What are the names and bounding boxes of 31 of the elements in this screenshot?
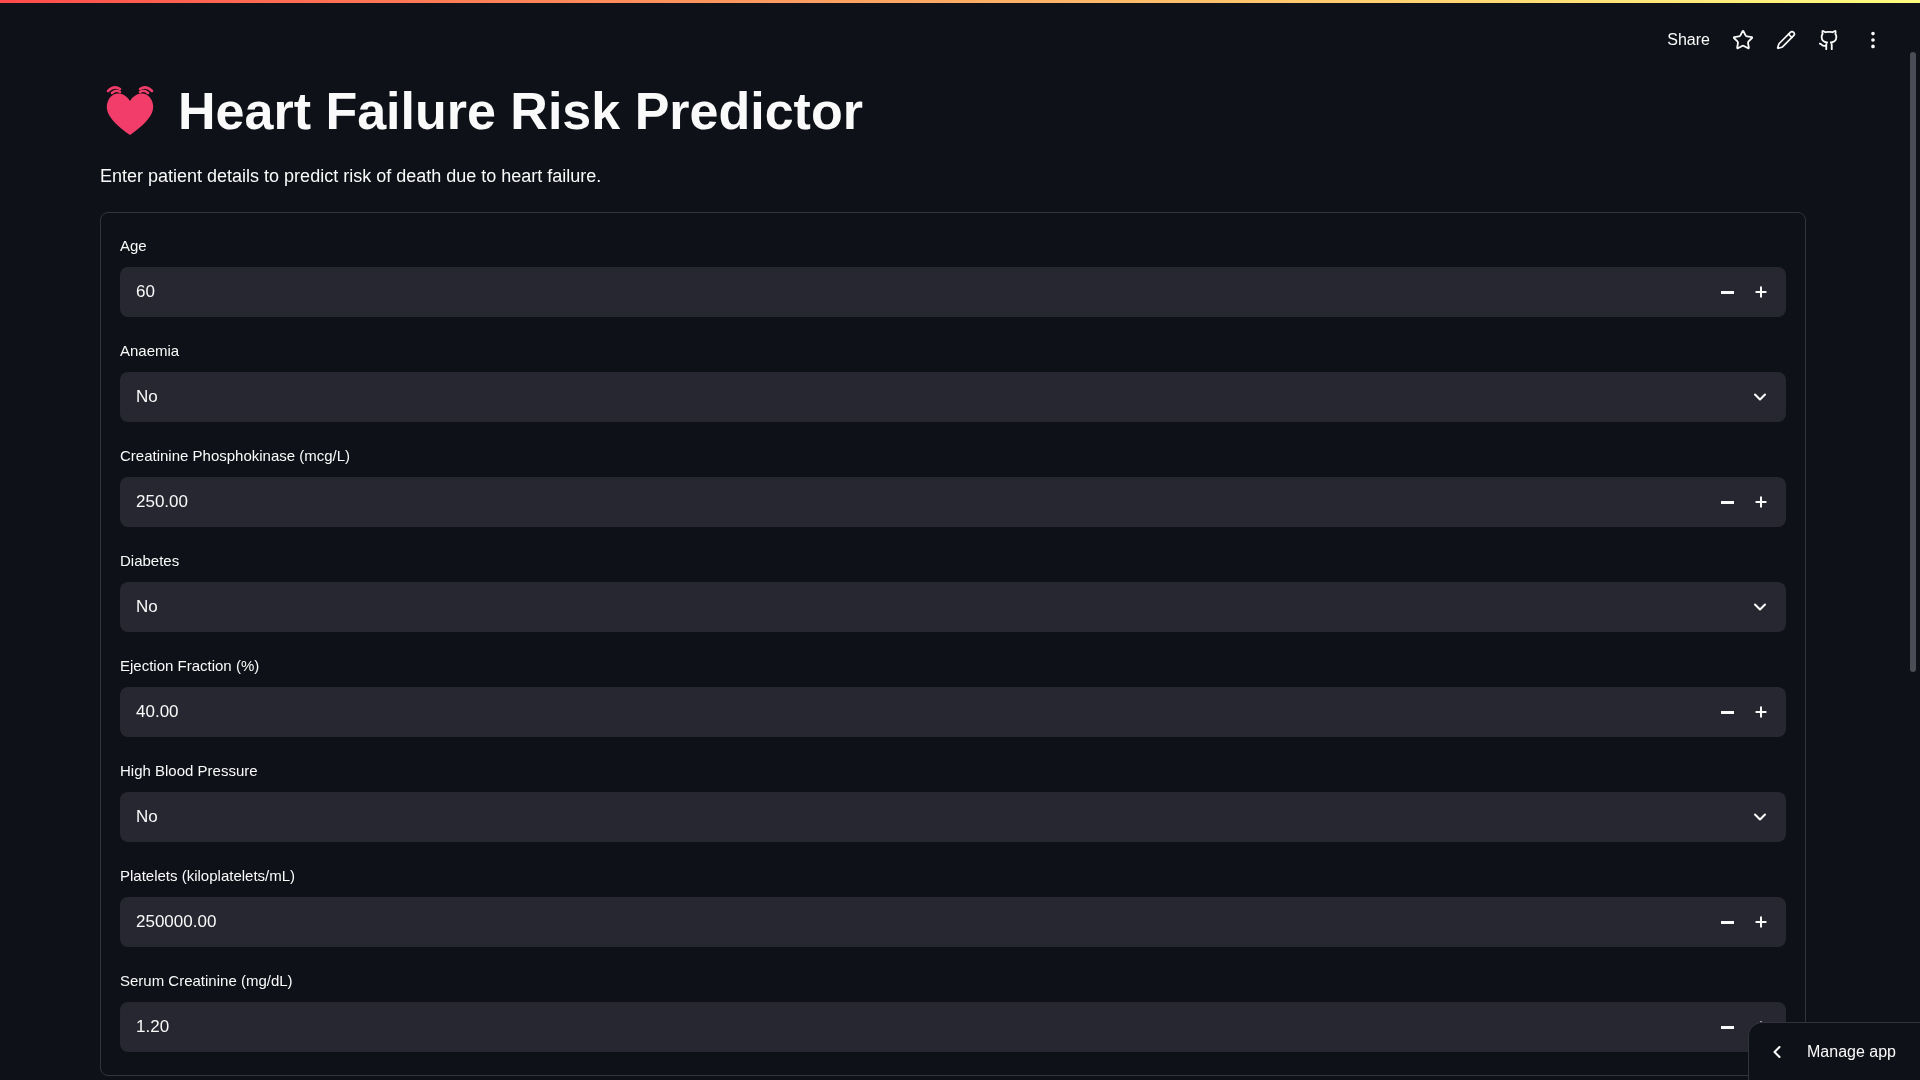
plus-icon [1753, 704, 1769, 720]
page-subtitle: Enter patient details to predict risk of death due to heart failure. [100, 165, 603, 188]
field-label: Diabetes [120, 551, 180, 571]
github-icon[interactable] [1818, 29, 1840, 51]
plus-icon [1753, 494, 1769, 510]
select-dropdown[interactable]: No [120, 372, 1786, 422]
field-label: Age [120, 236, 147, 256]
manage-app-button[interactable]: Manage app [1748, 1022, 1920, 1080]
minus-icon [1720, 920, 1734, 924]
select-value: No [136, 806, 158, 829]
star-icon[interactable] [1732, 29, 1754, 51]
field-label: Anaemia [120, 341, 180, 361]
share-button[interactable]: Share [1667, 28, 1710, 52]
select-dropdown[interactable]: No [120, 582, 1786, 632]
field-label: High Blood Pressure [120, 761, 258, 781]
field-label: Creatinine Phosphokinase (mcg/L) [120, 446, 351, 466]
minus-icon [1720, 290, 1734, 294]
select-value: No [136, 386, 158, 409]
field-label: Platelets (kiloplatelets/mL) [120, 866, 296, 886]
field-label: Serum Creatinine (mg/dL) [120, 971, 293, 991]
minus-icon [1720, 500, 1734, 504]
field-label: Ejection Fraction (%) [120, 656, 260, 676]
plus-icon [1753, 284, 1769, 300]
plus-icon [1753, 914, 1769, 930]
select-dropdown[interactable]: No [120, 792, 1786, 842]
select-value: No [136, 596, 158, 619]
minus-icon [1720, 1025, 1734, 1029]
edit-icon[interactable] [1776, 30, 1796, 50]
page-title: Heart Failure Risk Predictor [178, 81, 863, 142]
minus-icon [1720, 710, 1734, 714]
scrollbar[interactable] [1910, 52, 1916, 672]
